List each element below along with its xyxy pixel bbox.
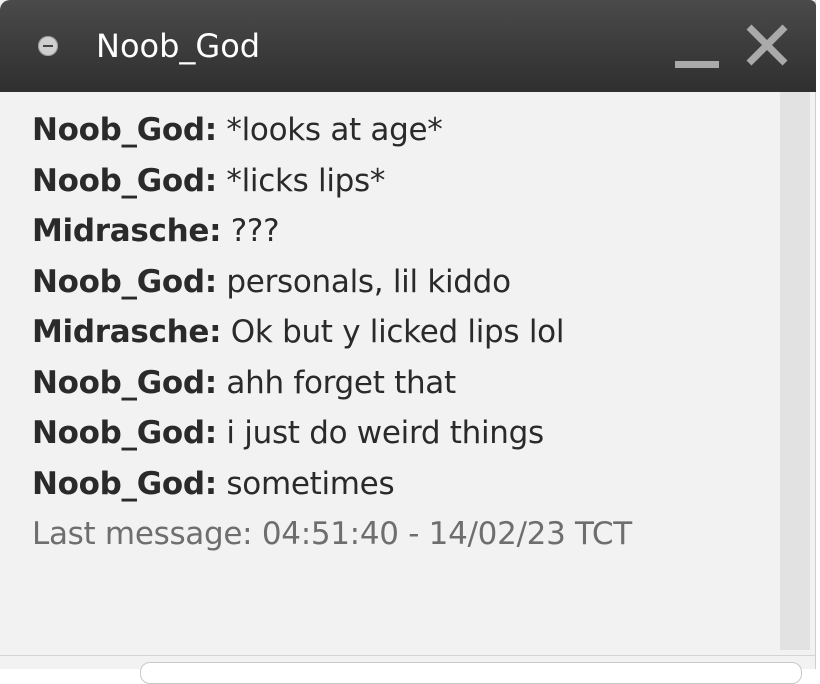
message-input[interactable] bbox=[140, 662, 802, 684]
message-text: personals, lil kiddo bbox=[226, 264, 511, 300]
message-text: i just do weird things bbox=[226, 415, 544, 451]
title-bar[interactable]: Noob_God bbox=[0, 0, 816, 92]
message-text: *licks lips* bbox=[226, 163, 386, 199]
message: Noob_God: sometimes bbox=[32, 464, 395, 504]
message: Midrasche: ??? bbox=[32, 211, 280, 251]
message: Midrasche: Ok but y licked lips lol bbox=[32, 312, 564, 352]
message-text: *looks at age* bbox=[226, 112, 443, 148]
message: Noob_God: personals, lil kiddo bbox=[32, 262, 511, 302]
message-sender[interactable]: Noob_God: bbox=[32, 415, 217, 451]
message-sender[interactable]: Noob_God: bbox=[32, 112, 217, 148]
message-sender[interactable]: Noob_God: bbox=[32, 466, 217, 502]
divider bbox=[0, 655, 816, 656]
message-sender[interactable]: Midrasche: bbox=[32, 314, 222, 350]
scrollbar[interactable] bbox=[780, 92, 810, 650]
message-sender[interactable]: Noob_God: bbox=[32, 365, 217, 401]
close-icon bbox=[746, 24, 788, 66]
chat-window: Noob_God Noob_God: *looks at age* Noob_G… bbox=[0, 0, 816, 684]
message-text: ??? bbox=[230, 213, 280, 249]
message-sender[interactable]: Noob_God: bbox=[32, 163, 217, 199]
message-text: sometimes bbox=[226, 466, 395, 502]
message-sender[interactable]: Noob_God: bbox=[32, 264, 217, 300]
window-title: Noob_God bbox=[96, 27, 261, 65]
message-text: ahh forget that bbox=[226, 365, 456, 401]
message: Noob_God: i just do weird things bbox=[32, 413, 544, 453]
last-message-timestamp: Last message: 04:51:40 - 14/02/23 TCT bbox=[32, 516, 632, 552]
message-text: Ok but y licked lips lol bbox=[230, 314, 565, 350]
message-sender[interactable]: Midrasche: bbox=[32, 213, 222, 249]
status-dot-icon[interactable] bbox=[38, 36, 58, 56]
message: Noob_God: *looks at age* bbox=[32, 110, 443, 150]
close-button[interactable] bbox=[744, 22, 790, 68]
message: Noob_God: *licks lips* bbox=[32, 161, 385, 201]
minimize-button[interactable] bbox=[672, 20, 722, 70]
message: Noob_God: ahh forget that bbox=[32, 363, 456, 403]
